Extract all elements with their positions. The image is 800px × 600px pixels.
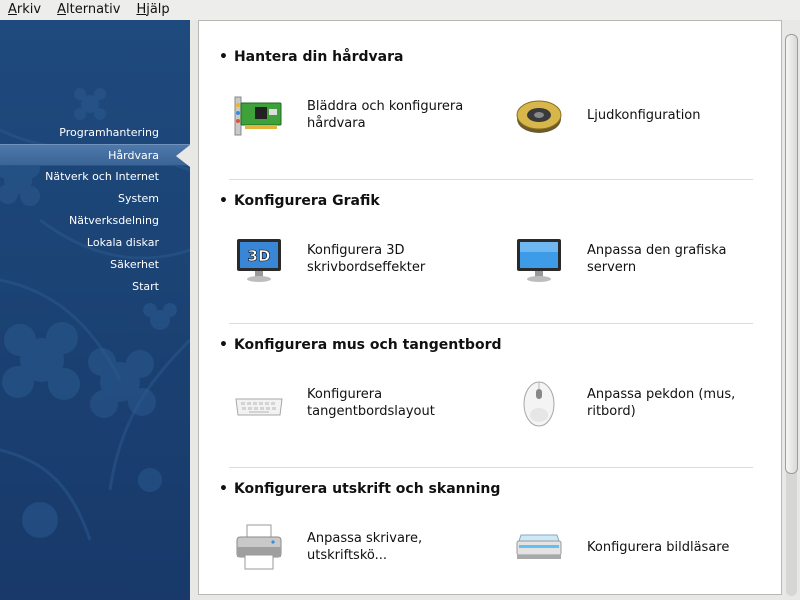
flower-decoration-icon [0,88,190,541]
monitor-icon [517,239,561,282]
section-divider [229,323,753,324]
sidebar-item-start[interactable]: Start [0,276,190,298]
section-divider [229,179,753,180]
menu-arkiv[interactable]: Arkiv [0,0,49,20]
section-divider [229,467,753,468]
entry-printer-setup[interactable]: Anpassa skrivare, utskriftskö... [233,519,507,575]
sidebar-item-hardvara[interactable]: Hårdvara [0,144,190,167]
section-title: • Konfigurera mus och tangentbord [219,337,502,353]
entry-graphic-server[interactable]: Anpassa den grafiska servern [513,231,787,287]
entry-label: Anpassa den grafiska servern [587,243,727,275]
sidebar-item-programhantering[interactable]: Programhantering [0,122,190,144]
entry-3d-effects[interactable]: 3D Konfigurera 3D skrivbordseffekter [233,231,507,287]
sidebar-item-lokala-diskar[interactable]: Lokala diskar [0,232,190,254]
sidebar-item-sakerhet[interactable]: Säkerhet [0,254,190,276]
bullet-icon: • [219,337,228,353]
speaker-icon [516,100,562,133]
menu-hjalp[interactable]: Hjälp [128,0,177,20]
vertical-scrollbar[interactable] [783,20,800,600]
entry-label: Konfigurera tangentbordslayout [307,387,435,419]
entry-label: Konfigurera bildläsare [587,539,730,555]
sidebar: Programhantering Hårdvara Nätverk och In… [0,20,190,600]
entry-sound-config[interactable]: Ljudkonfiguration [513,87,787,143]
entry-label: Konfigurera 3D skrivbordseffekter [307,243,426,275]
mouse-icon [523,381,555,427]
keyboard-icon [235,398,283,416]
printer-icon [236,524,282,570]
pci-card-icon [234,96,282,136]
menu-alternativ[interactable]: Alternativ [49,0,128,20]
entry-label: Anpassa pekdon (mus, ritbord) [587,387,736,419]
menubar: Arkiv Alternativ Hjälp [0,0,800,20]
bullet-icon: • [219,193,228,209]
bullet-icon: • [219,481,228,497]
sidebar-item-natverksdelning[interactable]: Nätverksdelning [0,210,190,232]
scanner-icon [516,534,562,559]
sidebar-item-system[interactable]: System [0,188,190,210]
section-title: • Hantera din hårdvara [219,49,404,65]
svg-text:3D: 3D [248,247,271,265]
entry-browse-hardware[interactable]: Bläddra och konfigurera hårdvara [233,87,507,143]
scrollbar-thumb[interactable] [785,34,798,474]
bullet-icon: • [219,49,228,65]
content-panel: • Hantera din hårdvara Bläddra och konfig… [198,20,782,595]
entry-label: Ljudkonfiguration [587,107,701,123]
entry-label: Bläddra och konfigurera hårdvara [307,99,464,131]
entry-label: Anpassa skrivare, utskriftskö... [307,531,423,563]
entry-keyboard-layout[interactable]: Konfigurera tangentbordslayout [233,375,507,431]
entry-pointing-device[interactable]: Anpassa pekdon (mus, ritbord) [513,375,787,431]
3d-monitor-icon: 3D [237,239,281,282]
sidebar-nav: Programhantering Hårdvara Nätverk och In… [0,122,190,298]
entry-scanner-config[interactable]: Konfigurera bildläsare [513,519,787,575]
section-title: • Konfigurera utskrift och skanning [219,481,501,497]
sidebar-item-natverk-och-internet[interactable]: Nätverk och Internet [0,166,190,188]
section-title: • Konfigurera Grafik [219,193,380,209]
